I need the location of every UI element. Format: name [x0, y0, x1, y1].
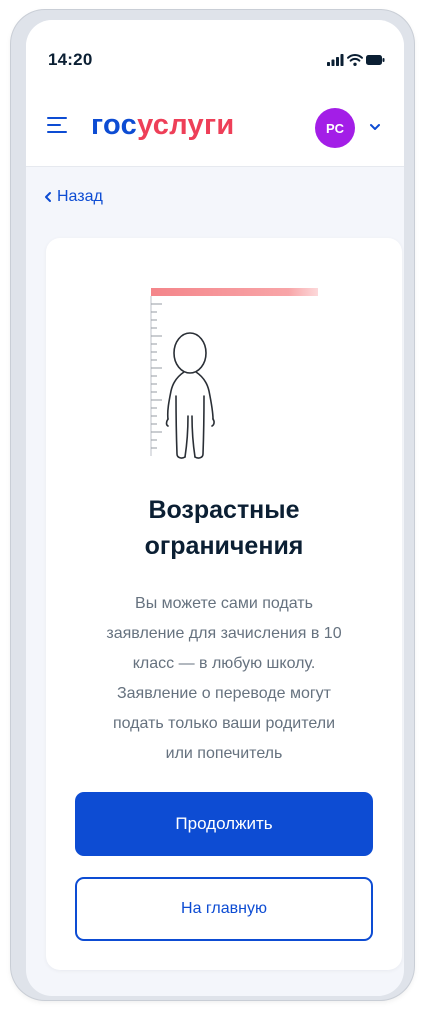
phone-frame: 14:20 госуслуги PC Назад Возрастные огра… [11, 10, 414, 1000]
description-line: подать только ваши родители [112, 715, 336, 732]
status-icons [327, 53, 385, 66]
home-button-label: На главную [181, 900, 267, 917]
card-title-line: ограничения [144, 532, 304, 560]
app-screen: 14:20 госуслуги PC Назад Возрастные огра… [26, 20, 404, 996]
continue-button[interactable]: Продолжить [75, 792, 373, 856]
description-line: класс — в любую школу. [132, 655, 316, 672]
home-button[interactable]: На главную [75, 877, 373, 941]
chevron-down-icon[interactable] [369, 122, 381, 132]
gosuslugi-logo[interactable]: госуслуги [91, 106, 234, 144]
description-line: заявление для зачисления в 10 [106, 625, 342, 642]
battery-icon [366, 55, 385, 65]
card-title: Возрастные ограничения [46, 492, 402, 564]
back-label: Назад [57, 188, 103, 205]
description-line: Вы можете сами подать [135, 595, 313, 612]
continue-button-label: Продолжить [175, 814, 273, 833]
hamburger-menu-icon[interactable] [47, 116, 69, 134]
info-card: Возрастные ограничения Вы можете сами по… [46, 238, 402, 970]
back-link[interactable]: Назад [44, 188, 103, 206]
description-line: Заявление о переводе могут [116, 685, 332, 702]
header: 14:20 госуслуги PC [26, 20, 404, 167]
ruler-ticks [151, 303, 162, 449]
description-line: или попечитель [165, 745, 283, 762]
status-time: 14:20 [48, 50, 93, 69]
avatar[interactable]: PC [315, 108, 355, 148]
signal-icon [327, 54, 344, 66]
chevron-left-icon [45, 192, 51, 202]
height-bar [151, 288, 318, 296]
logo-part-gos: гос [91, 109, 138, 141]
child-height-measure-illustration [150, 288, 318, 459]
wifi-icon [347, 53, 363, 66]
card-title-line: Возрастные [148, 496, 300, 524]
avatar-initials: PC [325, 120, 345, 136]
logo-part-uslugi: услуги [137, 109, 235, 141]
card-description: Вы можете сами подать заявление для зачи… [68, 589, 380, 769]
child-figure [165, 332, 215, 459]
